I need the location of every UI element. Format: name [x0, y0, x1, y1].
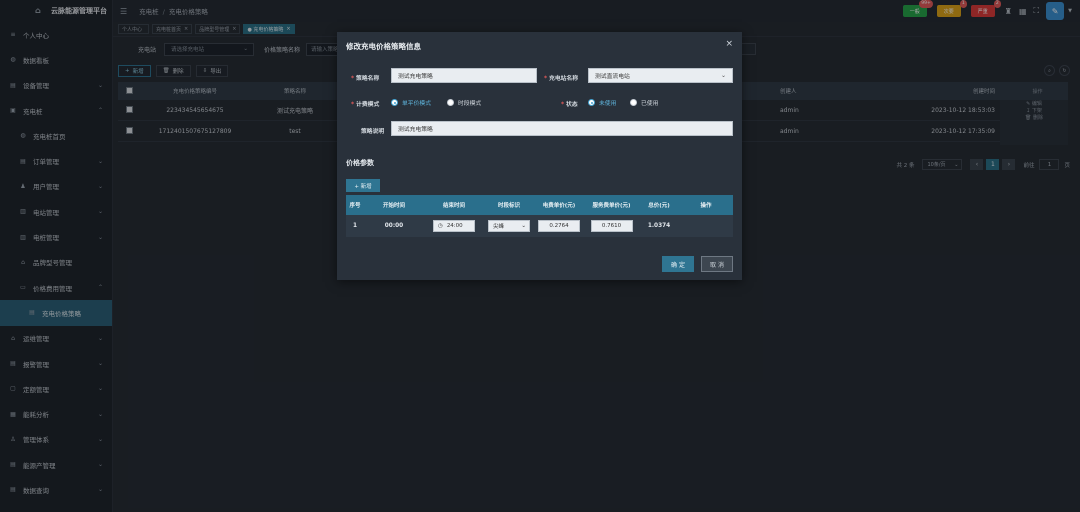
confirm-button[interactable]: 确 定	[662, 256, 694, 272]
billing-mode-label: * 计费模式	[351, 102, 380, 108]
edit-strategy-dialog: 修改充电价格策略信息 × * 策略名称 测试充电策略 * 充电站名称 测试直流电站 ⌄…	[337, 32, 742, 280]
service-price-cell: 0.7610	[584, 220, 639, 232]
col-header: 总价(元)	[648, 203, 670, 209]
billing-radio-flat[interactable]: 单平价模式	[391, 98, 431, 107]
period-select[interactable]: 尖峰 ⌄	[488, 220, 530, 232]
clock-icon: ◷	[438, 223, 443, 229]
col-header: 序号	[349, 203, 361, 209]
end-time-cell: ◷ 24:00	[424, 220, 484, 232]
col-header: 结束时间	[442, 203, 465, 209]
billing-radio-period[interactable]: 时段模式	[447, 98, 481, 107]
strategy-name-field[interactable]: 测试充电策略	[391, 68, 537, 83]
row-index: 1	[352, 223, 358, 229]
strategy-name-label: * 策略名称	[351, 76, 380, 82]
service-price-input[interactable]: 0.7610	[590, 220, 633, 232]
description-field[interactable]: 测试充电策略	[391, 121, 733, 136]
period-value: 尖峰	[493, 224, 505, 230]
price-table: 序号 开始时间 结束时间 时段标识 电费单价(元) 服务费单价(元) 总价(元)…	[346, 195, 733, 237]
price-row: 1 00:00 ◷ 24:00 尖峰 ⌄ 0.2764 0.7610 1.0374	[346, 215, 733, 237]
billing-option-label: 单平价模式	[402, 101, 431, 107]
station-select-value: 测试直流电站	[595, 74, 630, 80]
end-time-value: 24:00	[446, 223, 463, 229]
col-header: 时段标识	[497, 203, 520, 209]
chevron-down-icon: ⌄	[521, 223, 526, 229]
end-time-picker[interactable]: ◷ 24:00	[433, 220, 475, 232]
col-header: 服务费单价(元)	[592, 203, 631, 209]
billing-option-label: 时段模式	[458, 101, 482, 107]
price-params-title: 价格参数	[346, 159, 374, 167]
description-label: 策略说明	[361, 129, 385, 135]
station-name-label: * 充电站名称	[544, 76, 579, 82]
col-header: 电费单价(元)	[542, 203, 576, 209]
add-price-row-button[interactable]: + 新增	[346, 179, 380, 192]
status-option-label: 已使用	[641, 101, 659, 107]
period-cell: 尖峰 ⌄	[484, 220, 534, 232]
radio-dot	[391, 99, 398, 106]
status-option-label: 未使用	[599, 101, 617, 107]
dialog-title: 修改充电价格策略信息	[346, 42, 421, 51]
radio-dot	[447, 99, 454, 106]
close-icon[interactable]: ×	[725, 39, 733, 49]
total-price: 1.0374	[647, 223, 671, 229]
price-table-header: 序号 开始时间 结束时间 时段标识 电费单价(元) 服务费单价(元) 总价(元)…	[346, 195, 733, 215]
status-radio-used[interactable]: 已使用	[630, 98, 658, 107]
start-time: 00:00	[384, 223, 404, 229]
radio-dot	[630, 99, 637, 106]
strategy-name-label-text: 策略名称	[356, 76, 380, 82]
status-radio-unused[interactable]: 未使用	[588, 98, 616, 107]
status-label: * 状态	[561, 102, 578, 108]
station-name-label-text: 充电站名称	[549, 76, 579, 82]
col-header: 操作	[700, 203, 712, 209]
cancel-button[interactable]: 取 消	[701, 256, 733, 272]
chevron-down-icon: ⌄	[720, 72, 726, 79]
billing-mode-label-text: 计费模式	[356, 102, 380, 108]
station-select[interactable]: 测试直流电站 ⌄	[588, 68, 733, 83]
radio-dot	[588, 99, 595, 106]
status-label-text: 状态	[566, 102, 578, 108]
col-header: 开始时间	[382, 203, 405, 209]
elec-price-input[interactable]: 0.2764	[538, 220, 580, 232]
elec-price-cell: 0.2764	[534, 220, 584, 232]
